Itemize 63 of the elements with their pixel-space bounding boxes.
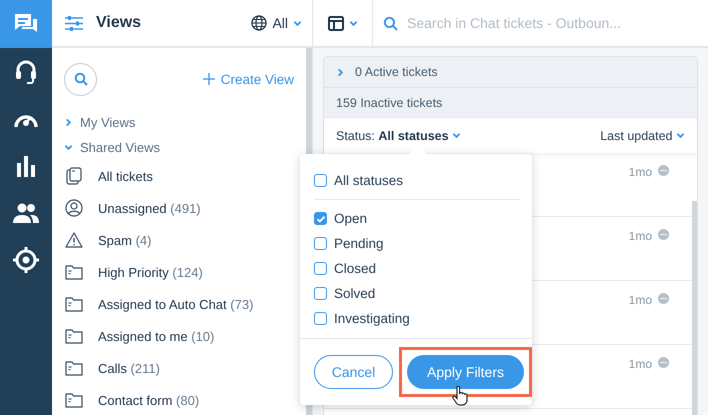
checkbox[interactable]	[314, 262, 327, 275]
chevron-down-icon	[64, 143, 73, 152]
globe-icon	[251, 15, 268, 31]
ticket-time: 1mo	[628, 293, 652, 307]
search-icon	[383, 16, 398, 30]
caret-icon	[452, 131, 462, 140]
bar-chart-icon	[16, 154, 36, 176]
target-icon	[12, 246, 40, 274]
checkbox[interactable]	[314, 237, 327, 250]
view-item[interactable]: Unassigned (491)	[64, 192, 201, 224]
checkbox[interactable]	[314, 287, 327, 300]
search-icon	[74, 72, 88, 86]
folder-icon	[64, 360, 84, 376]
status-option[interactable]: Pending	[300, 231, 384, 256]
view-item[interactable]: Contact form (80)	[64, 384, 200, 415]
checkbox[interactable]	[314, 312, 327, 325]
chat-bubble-icon	[658, 293, 669, 304]
caret-icon	[348, 18, 358, 28]
status-option[interactable]: Solved	[300, 281, 376, 306]
chat-bubble-icon	[658, 165, 669, 176]
folder-icon	[64, 392, 84, 408]
layout-icon	[328, 16, 344, 30]
status-option[interactable]: Investigating	[300, 306, 410, 331]
ticket-time: 1mo	[628, 229, 652, 243]
people-icon	[13, 202, 39, 222]
chat-bubble-icon	[658, 229, 669, 240]
view-item[interactable]: High Priority (124)	[64, 256, 203, 288]
folder-icon	[64, 296, 84, 312]
status-dropdown[interactable]: Status: All statuses	[336, 128, 462, 142]
search-button[interactable]	[64, 62, 97, 96]
chevron-right-icon	[336, 68, 345, 76]
view-item[interactable]: Spam (4)	[64, 224, 152, 256]
view-item[interactable]: Assigned to Auto Chat (73)	[64, 288, 254, 320]
headset-icon	[14, 58, 38, 84]
chat-bubble-icon	[658, 357, 669, 368]
active-tickets-toggle[interactable]: 0 Active tickets	[324, 57, 697, 88]
ticket-time: 1mo	[628, 165, 652, 179]
warning-icon	[64, 232, 84, 248]
status-option[interactable]: Closed	[300, 256, 376, 281]
folder-icon	[64, 328, 84, 344]
user-icon	[64, 199, 84, 217]
view-item[interactable]: Calls (211)	[64, 352, 160, 384]
documents-icon	[64, 167, 84, 185]
panel-title: Views	[96, 14, 142, 32]
caret-icon	[293, 18, 302, 28]
plus-icon	[202, 73, 215, 85]
sort-dropdown[interactable]: Last updated	[600, 128, 685, 142]
view-group-toggle[interactable]: My Views	[64, 110, 136, 135]
sliders-icon	[64, 14, 84, 32]
folder-icon	[64, 264, 84, 280]
status-option[interactable]: All statuses	[300, 168, 404, 193]
ticket-time: 1mo	[628, 357, 652, 371]
checkbox[interactable]	[314, 174, 327, 187]
view-item[interactable]: All tickets	[64, 160, 153, 192]
scrollbar[interactable]	[692, 201, 697, 415]
status-option[interactable]: Open	[300, 206, 368, 231]
checkbox[interactable]	[314, 212, 327, 225]
filter-dropdown[interactable]: All	[251, 15, 302, 31]
view-group-toggle[interactable]: Shared Views	[64, 135, 160, 160]
chevron-right-icon	[64, 118, 73, 127]
view-item[interactable]: Assigned to me (10)	[64, 320, 214, 352]
section-header: 159 Inactive tickets	[336, 96, 442, 110]
caret-icon	[676, 131, 685, 140]
